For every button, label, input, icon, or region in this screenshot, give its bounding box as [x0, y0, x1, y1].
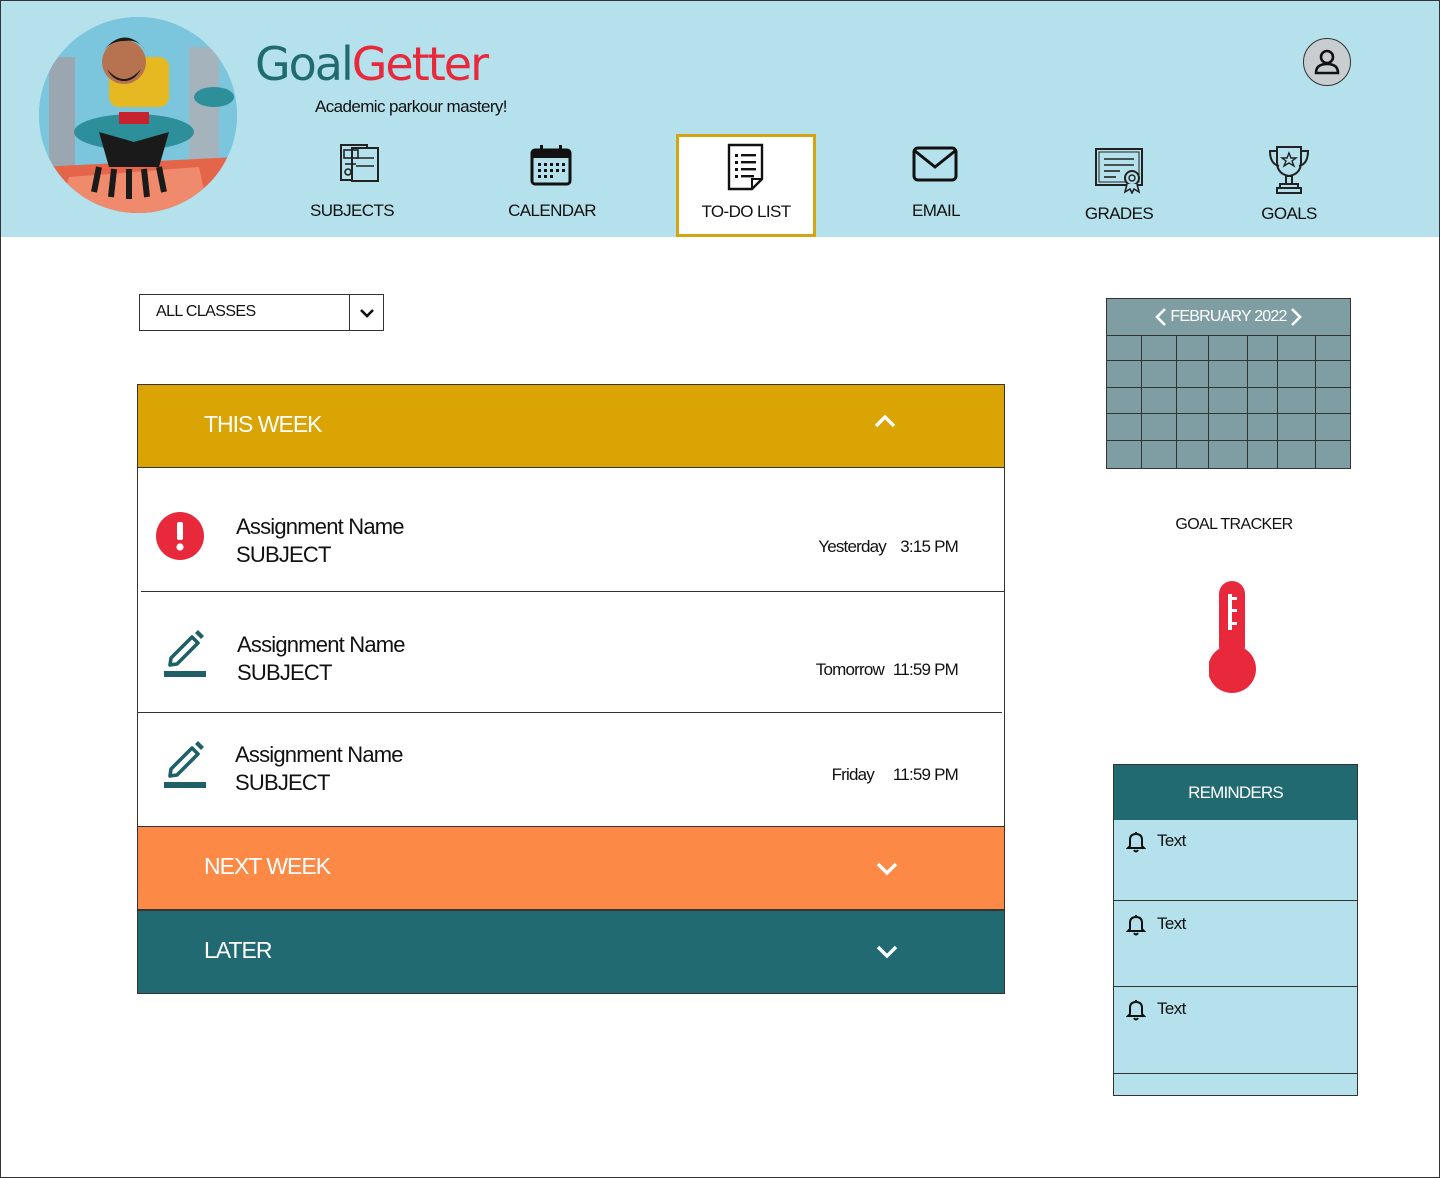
- thermometer-icon: [1209, 581, 1256, 693]
- section-later-header[interactable]: LATER: [137, 910, 1005, 994]
- assignment-due-day: Friday: [831, 765, 875, 784]
- reminder-text: Text: [1157, 914, 1186, 933]
- email-icon: [912, 146, 958, 182]
- section-this-week-title: THIS WEEK: [204, 411, 323, 437]
- goal-tracker-title: GOAL TRACKER: [1175, 516, 1293, 533]
- trophy-icon: [1268, 146, 1310, 194]
- section-later-title: LATER: [204, 937, 272, 963]
- calendar-month-label: FEBRUARY 2022: [1170, 308, 1287, 325]
- nav-subjects-label: SUBJECTS: [310, 201, 395, 220]
- calendar-month-header: FEBRUARY 2022: [1107, 299, 1350, 336]
- reminder-item[interactable]: Text: [1114, 821, 1357, 899]
- nav-goals-label: GOALS: [1261, 204, 1317, 223]
- bell-icon: [1126, 832, 1146, 853]
- chevron-down-icon: [359, 308, 374, 318]
- nav-grades-label: GRADES: [1084, 204, 1154, 223]
- logo-illustration: [39, 17, 237, 213]
- nav-grades[interactable]: GRADES: [1070, 134, 1168, 236]
- assignment-name: Assignment Name: [237, 632, 406, 657]
- chevron-up-icon[interactable]: [873, 413, 897, 429]
- assignment-subject: SUBJECT: [236, 542, 331, 567]
- assignment-row[interactable]: Assignment Name SUBJECT Friday 11:59 PM: [138, 713, 1004, 826]
- class-filter-dropdown[interactable]: ALL CLASSES: [139, 294, 384, 331]
- mini-calendar: FEBRUARY 2022: [1106, 298, 1351, 469]
- class-filter-value: ALL CLASSES: [156, 303, 256, 320]
- assignment-name: Assignment Name: [235, 742, 404, 767]
- chevron-down-icon[interactable]: [875, 861, 899, 877]
- assignment-due-time: 11:59 PM: [892, 660, 959, 679]
- reminder-item[interactable]: Text: [1114, 989, 1357, 1071]
- chevron-right-icon[interactable]: [1289, 307, 1303, 327]
- overdue-alert-icon: [156, 512, 204, 560]
- class-filter-toggle[interactable]: [349, 295, 383, 330]
- reminders-title: REMINDERS: [1114, 765, 1357, 820]
- subjects-icon: [340, 144, 379, 182]
- section-this-week-header[interactable]: THIS WEEK: [137, 384, 1005, 468]
- assignment-due-day: Yesterday: [818, 537, 887, 556]
- user-icon: [1314, 49, 1340, 75]
- edit-pencil-icon: [164, 630, 206, 677]
- chevron-down-icon[interactable]: [875, 944, 899, 960]
- chevron-left-icon[interactable]: [1154, 307, 1168, 327]
- nav-subjects[interactable]: SUBJECTS: [300, 134, 404, 236]
- brand-logo-text: GoalGetter: [255, 37, 489, 91]
- assignment-due-time: 3:15 PM: [900, 537, 959, 556]
- nav-calendar-label: CALENDAR: [508, 201, 596, 220]
- assignment-subject: SUBJECT: [237, 660, 332, 685]
- section-next-week-title: NEXT WEEK: [204, 853, 331, 879]
- this-week-assignment-list: Assignment Name SUBJECT Yesterday 3:15 P…: [137, 467, 1005, 827]
- assignment-row[interactable]: Assignment Name SUBJECT Tomorrow 11:59 P…: [138, 592, 1004, 712]
- bell-icon: [1126, 915, 1146, 936]
- nav-goals[interactable]: GOALS: [1250, 134, 1328, 236]
- calendar-icon: [530, 145, 572, 186]
- calendar-day-grid[interactable]: [1107, 335, 1350, 468]
- tagline: Academic parkour mastery!: [315, 97, 508, 116]
- assignment-subject: SUBJECT: [235, 770, 330, 795]
- nav-email-label: EMAIL: [911, 201, 961, 220]
- reminder-text: Text: [1157, 831, 1186, 850]
- profile-button[interactable]: [1303, 38, 1351, 86]
- nav-calendar[interactable]: CALENDAR: [496, 134, 608, 236]
- nav-todo-list-label: TO-DO LIST: [701, 202, 791, 221]
- reminder-text: Text: [1157, 999, 1186, 1018]
- reminders-panel: REMINDERS Text Text Text: [1113, 764, 1358, 1096]
- assignment-name: Assignment Name: [236, 514, 405, 539]
- section-next-week-header[interactable]: NEXT WEEK: [137, 826, 1005, 910]
- bell-icon: [1126, 1000, 1146, 1021]
- assignment-row[interactable]: Assignment Name SUBJECT Yesterday 3:15 P…: [138, 467, 1004, 591]
- reminder-item[interactable]: Text: [1114, 904, 1357, 984]
- assignment-due-time: 11:59 PM: [892, 765, 959, 784]
- todo-list-icon: [727, 143, 764, 191]
- grades-icon: [1095, 148, 1143, 194]
- assignment-due-day: Tomorrow: [815, 660, 885, 679]
- nav-email[interactable]: EMAIL: [890, 134, 982, 236]
- edit-pencil-icon: [164, 741, 206, 788]
- nav-todo-list[interactable]: TO-DO LIST: [676, 134, 816, 237]
